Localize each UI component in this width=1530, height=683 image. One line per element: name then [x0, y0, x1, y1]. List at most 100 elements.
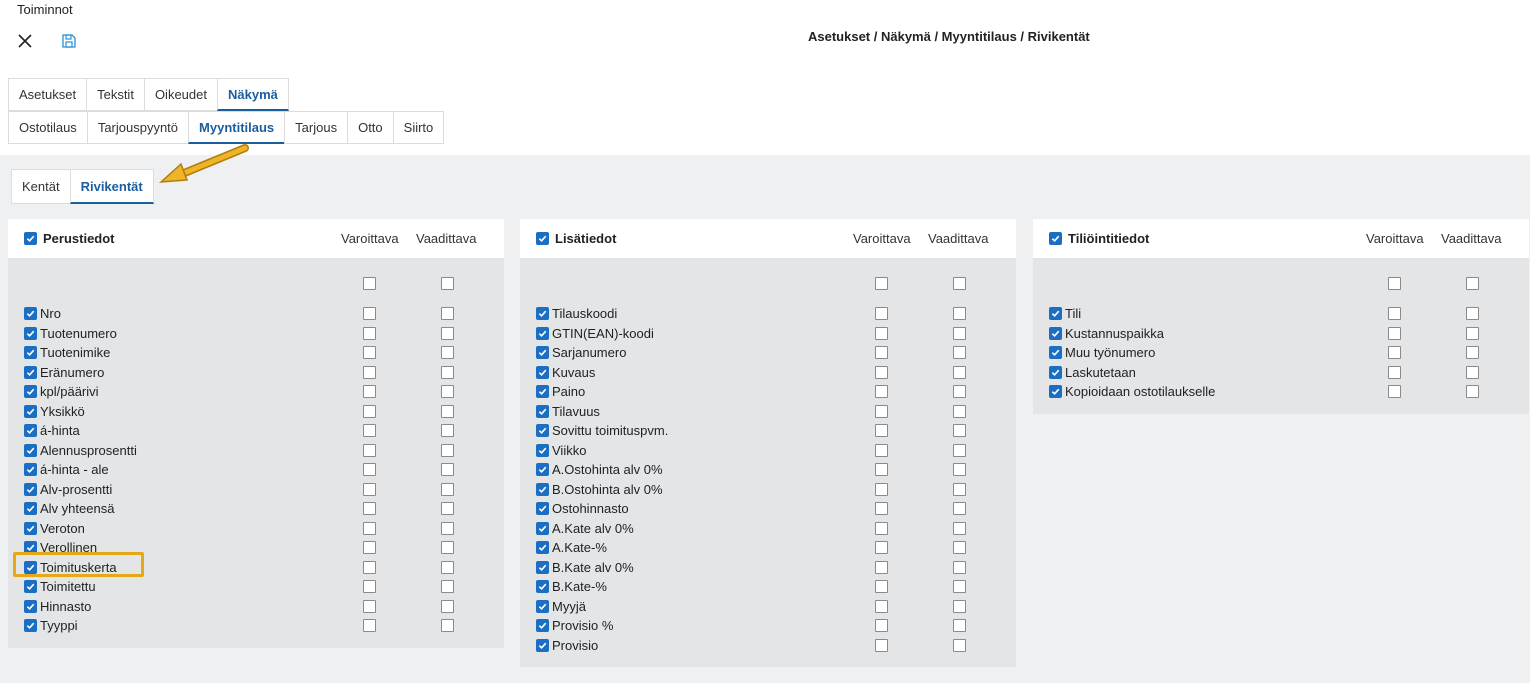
- warning-checkbox[interactable]: [875, 365, 888, 379]
- field-visible-checkbox[interactable]: [24, 599, 37, 613]
- required-checkbox[interactable]: [441, 482, 454, 496]
- field-visible-checkbox[interactable]: [1049, 365, 1062, 379]
- field-visible-checkbox[interactable]: [24, 463, 37, 477]
- warning-checkbox[interactable]: [875, 619, 888, 633]
- warning-checkbox[interactable]: [875, 404, 888, 418]
- required-checkbox[interactable]: [953, 638, 966, 652]
- warning-checkbox[interactable]: [363, 307, 376, 321]
- tab-näkymä[interactable]: Näkymä: [216, 78, 289, 111]
- warning-checkbox[interactable]: [875, 638, 888, 652]
- required-checkbox[interactable]: [953, 385, 966, 399]
- warning-checkbox[interactable]: [1388, 346, 1401, 360]
- field-visible-checkbox[interactable]: [24, 404, 37, 418]
- warning-checkbox[interactable]: [363, 365, 376, 379]
- warning-checkbox[interactable]: [875, 521, 888, 535]
- warning-checkbox[interactable]: [875, 580, 888, 594]
- warning-checkbox[interactable]: [1388, 326, 1401, 340]
- warning-checkbox[interactable]: [363, 560, 376, 574]
- required-checkbox[interactable]: [441, 560, 454, 574]
- field-visible-checkbox[interactable]: [1049, 346, 1062, 360]
- tab-rivikentät[interactable]: Rivikentät: [69, 169, 154, 204]
- tab-tarjous[interactable]: Tarjous: [284, 111, 349, 144]
- required-checkbox[interactable]: [441, 463, 454, 477]
- field-visible-checkbox[interactable]: [24, 365, 37, 379]
- required-checkbox[interactable]: [441, 424, 454, 438]
- warning-checkbox[interactable]: [363, 619, 376, 633]
- warning-checkbox[interactable]: [875, 482, 888, 496]
- warning-checkbox[interactable]: [875, 463, 888, 477]
- field-visible-checkbox[interactable]: [536, 482, 549, 496]
- field-visible-checkbox[interactable]: [536, 463, 549, 477]
- close-button[interactable]: [14, 30, 36, 52]
- required-checkbox[interactable]: [441, 365, 454, 379]
- required-checkbox[interactable]: [953, 326, 966, 340]
- warning-checkbox[interactable]: [1388, 307, 1401, 321]
- required-checkbox[interactable]: [441, 541, 454, 555]
- field-visible-checkbox[interactable]: [536, 404, 549, 418]
- tab-kentät[interactable]: Kentät: [11, 169, 71, 204]
- warning-checkbox[interactable]: [875, 326, 888, 340]
- warning-checkbox[interactable]: [875, 443, 888, 457]
- tab-ostotilaus[interactable]: Ostotilaus: [8, 111, 88, 144]
- warning-checkbox[interactable]: [363, 599, 376, 613]
- warning-checkbox[interactable]: [363, 521, 376, 535]
- required-checkbox[interactable]: [441, 521, 454, 535]
- field-visible-checkbox[interactable]: [536, 443, 549, 457]
- required-checkbox[interactable]: [441, 404, 454, 418]
- required-checkbox[interactable]: [1466, 385, 1479, 399]
- required-checkbox[interactable]: [953, 346, 966, 360]
- warning-checkbox[interactable]: [363, 463, 376, 477]
- field-visible-checkbox[interactable]: [24, 482, 37, 496]
- warning-checkbox[interactable]: [363, 346, 376, 360]
- field-visible-checkbox[interactable]: [536, 307, 549, 321]
- required-checkbox[interactable]: [1466, 365, 1479, 379]
- required-checkbox[interactable]: [953, 424, 966, 438]
- required-checkbox[interactable]: [1466, 326, 1479, 340]
- required-checkbox[interactable]: [953, 307, 966, 321]
- field-visible-checkbox[interactable]: [24, 326, 37, 340]
- warning-checkbox[interactable]: [875, 385, 888, 399]
- warning-checkbox[interactable]: [875, 502, 888, 516]
- warning-checkbox[interactable]: [875, 307, 888, 321]
- warning-checkbox[interactable]: [363, 326, 376, 340]
- required-checkbox[interactable]: [441, 580, 454, 594]
- field-visible-checkbox[interactable]: [536, 560, 549, 574]
- field-visible-checkbox[interactable]: [536, 599, 549, 613]
- required-checkbox[interactable]: [953, 599, 966, 613]
- warning-all-checkbox[interactable]: [363, 277, 376, 290]
- warning-checkbox[interactable]: [1388, 385, 1401, 399]
- tab-siirto[interactable]: Siirto: [392, 111, 445, 144]
- warning-checkbox[interactable]: [363, 424, 376, 438]
- field-visible-checkbox[interactable]: [1049, 385, 1062, 399]
- required-all-checkbox[interactable]: [441, 277, 454, 290]
- required-checkbox[interactable]: [441, 307, 454, 321]
- field-visible-checkbox[interactable]: [24, 521, 37, 535]
- field-visible-checkbox[interactable]: [24, 541, 37, 555]
- required-checkbox[interactable]: [953, 365, 966, 379]
- warning-checkbox[interactable]: [875, 560, 888, 574]
- field-visible-checkbox[interactable]: [24, 502, 37, 516]
- tab-oikeudet[interactable]: Oikeudet: [143, 78, 218, 111]
- field-visible-checkbox[interactable]: [536, 638, 549, 652]
- warning-checkbox[interactable]: [875, 424, 888, 438]
- required-checkbox[interactable]: [1466, 307, 1479, 321]
- warning-checkbox[interactable]: [363, 482, 376, 496]
- panel-select-all-checkbox[interactable]: [536, 232, 549, 245]
- field-visible-checkbox[interactable]: [536, 424, 549, 438]
- field-visible-checkbox[interactable]: [536, 502, 549, 516]
- required-checkbox[interactable]: [953, 443, 966, 457]
- required-checkbox[interactable]: [441, 326, 454, 340]
- field-visible-checkbox[interactable]: [536, 326, 549, 340]
- warning-checkbox[interactable]: [1388, 365, 1401, 379]
- field-visible-checkbox[interactable]: [24, 385, 37, 399]
- required-checkbox[interactable]: [441, 619, 454, 633]
- tab-asetukset[interactable]: Asetukset: [8, 78, 88, 111]
- field-visible-checkbox[interactable]: [1049, 307, 1062, 321]
- required-checkbox[interactable]: [1466, 346, 1479, 360]
- required-checkbox[interactable]: [953, 619, 966, 633]
- field-visible-checkbox[interactable]: [24, 443, 37, 457]
- required-checkbox[interactable]: [953, 560, 966, 574]
- warning-checkbox[interactable]: [363, 502, 376, 516]
- warning-checkbox[interactable]: [363, 580, 376, 594]
- field-visible-checkbox[interactable]: [1049, 326, 1062, 340]
